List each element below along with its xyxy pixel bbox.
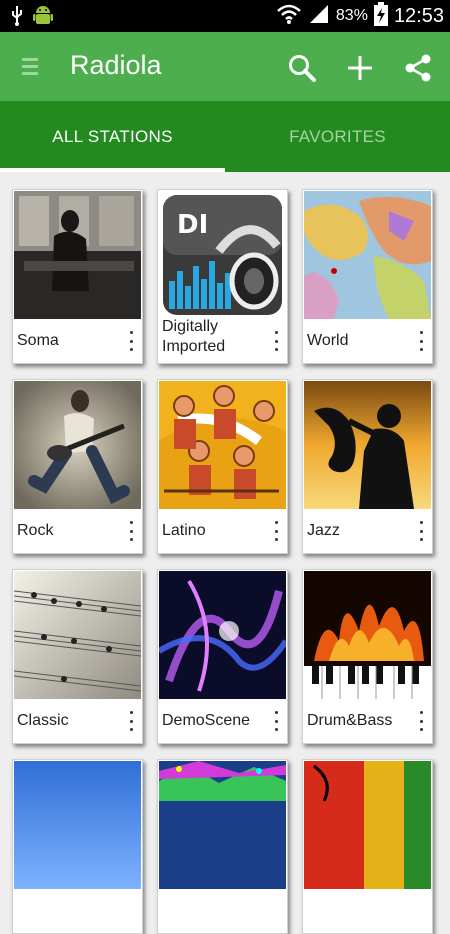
wifi-icon [276,3,302,29]
station-menu-icon[interactable] [416,711,426,731]
station-image-drum-and-bass [304,571,431,699]
station-name: Latino [162,522,206,539]
station-image [304,761,431,889]
tab-bar: ALL STATIONS FAVORITES [0,101,450,172]
station-card-classic[interactable]: Classic [12,569,143,744]
drawer-toggle-icon[interactable] [22,58,38,79]
station-name: Classic [17,712,69,729]
station-card-latino[interactable]: Latino [157,379,288,554]
station-menu-icon[interactable] [126,331,136,351]
station-name: Rock [17,522,54,539]
station-menu-icon[interactable] [126,711,136,731]
stations-grid: Soma DI Digitally Imported World Rock La… [0,172,450,934]
station-name: World [307,332,349,349]
tab-all-stations[interactable]: ALL STATIONS [0,101,225,172]
station-card[interactable] [157,759,288,934]
share-button[interactable] [398,48,438,88]
station-card-digitally-imported[interactable]: DI Digitally Imported [157,189,288,364]
station-menu-icon[interactable] [271,521,281,541]
station-card-soma[interactable]: Soma [12,189,143,364]
station-card[interactable] [302,759,433,934]
android-icon [32,4,54,32]
battery-percent: 83% [335,7,368,24]
station-menu-icon[interactable] [271,331,281,351]
station-card-world[interactable]: World [302,189,433,364]
usb-icon [10,5,24,31]
station-image-latino [159,381,286,509]
status-bar: 83% 12:53 [0,0,450,32]
search-icon [289,55,316,82]
station-image-world [304,191,431,319]
add-icon [348,56,372,80]
search-button[interactable] [282,48,322,88]
station-image [14,761,141,889]
station-card[interactable] [12,759,143,934]
station-image-jazz [304,381,431,509]
svg-text:DI: DI [177,210,208,240]
station-image-soma [14,191,141,319]
station-name: Soma [17,332,59,349]
station-card-drum-and-bass[interactable]: Drum&Bass [302,569,433,744]
station-card-jazz[interactable]: Jazz [302,379,433,554]
station-menu-icon[interactable] [126,521,136,541]
station-name: Jazz [307,522,340,539]
station-menu-icon[interactable] [416,331,426,351]
station-name: Digitally Imported [162,318,226,355]
station-card-demoscene[interactable]: DemoScene [157,569,288,744]
app-title: Radiola [70,50,162,80]
station-image [159,761,286,889]
station-image-digitally-imported: DI [159,191,286,319]
app-bar: Radiola [0,32,450,101]
station-image-demoscene [159,571,286,699]
station-name: DemoScene [162,712,251,729]
station-name: Drum&Bass [307,712,393,729]
add-button[interactable] [340,48,380,88]
station-image-rock [14,381,141,509]
share-icon [405,54,431,82]
battery-charging-icon [373,2,388,30]
signal-icon [308,3,330,29]
clock: 12:53 [393,4,444,27]
station-image-classic [14,571,141,699]
station-menu-icon[interactable] [271,711,281,731]
tab-favorites[interactable]: FAVORITES [225,101,450,172]
station-card-rock[interactable]: Rock [12,379,143,554]
station-menu-icon[interactable] [416,521,426,541]
